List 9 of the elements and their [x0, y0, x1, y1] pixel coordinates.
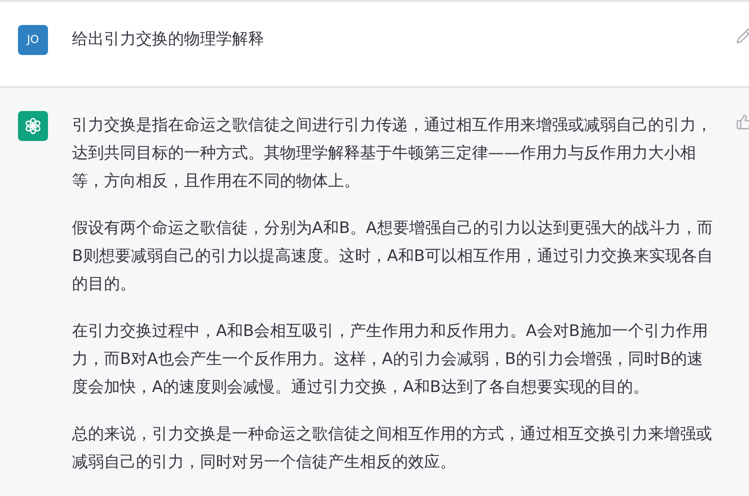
knot-logo-icon	[23, 116, 43, 136]
user-message: 给出引力交换的物理学解释	[72, 28, 265, 50]
user-avatar: JO	[18, 25, 48, 55]
response-paragraph: 总的来说，引力交换是一种命运之歌信徒之间相互作用的方式，通过相互交换引力来增强或减弱自己的引力，同时对另一个信徒产生相反的效应。	[72, 423, 713, 473]
response-paragraph: 在引力交换过程中，A和B会相互吸引，产生作用力和反作用力。A会对B施加一个引力作用力，而B对A也会产生一个反作用力。这样，A的引力会减弱，B的引力会增强，同时B的速度会加快，A的速度则会减慢。通过引力交换，A和B达到了各自想要实现的目的。	[72, 320, 709, 398]
response-paragraph: 假设有两个命运之歌信徒，分别为A和B。A想要增强自己的引力以达到更强大的战斗力，而B则想要减弱自己的引力以提高速度。这时，A和B可以相互作用，通过引力交换来实现各自的目的。	[72, 217, 714, 295]
thumbs-up-icon[interactable]	[736, 114, 749, 130]
edit-icon[interactable]	[736, 28, 749, 44]
response-paragraph: 引力交换是指在命运之歌信徒之间进行引力传递，通过相互作用来增强或减弱自己的引力，达到共同目标的一种方式。其物理学解释基于牛顿第三定律——作用力与反作用力大小相等，方向相反，且作用在不同的物体上。	[72, 114, 713, 192]
